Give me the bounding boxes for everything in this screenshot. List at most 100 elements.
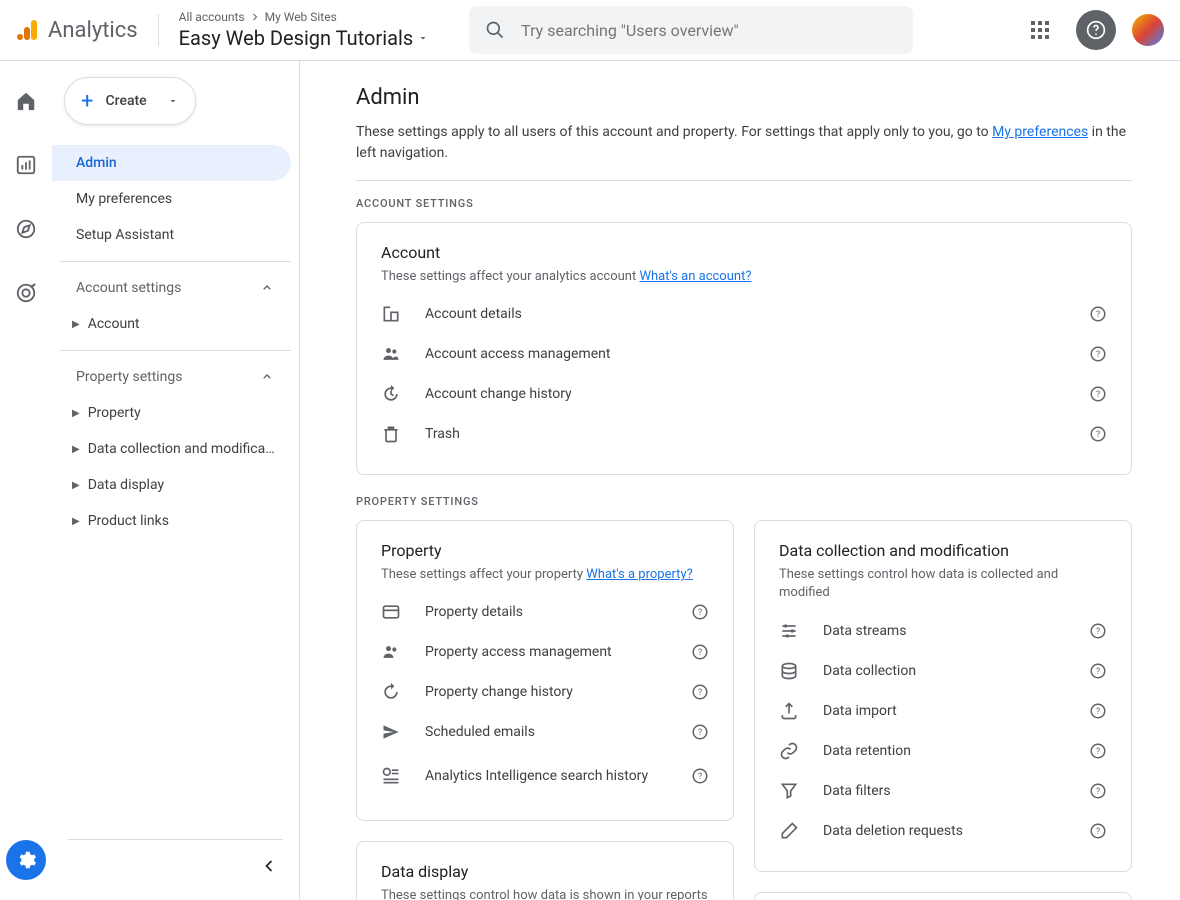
card-title: Data collection and modification [779,541,1107,560]
sidebar-item-admin[interactable]: Admin [52,145,291,181]
row-property-details[interactable]: Property details? [381,592,709,632]
whats-an-account-link[interactable]: What's an account? [639,269,751,284]
svg-text:?: ? [1096,390,1100,400]
card-subtitle: These settings control how data is shown… [381,887,709,900]
help-icon[interactable]: ? [1089,702,1107,720]
row-data-streams[interactable]: Data streams? [779,611,1107,651]
section-label-property: PROPERTY SETTINGS [356,495,1132,508]
search-bar[interactable] [469,6,913,54]
chevron-right-icon [249,11,261,23]
help-icon[interactable]: ? [1089,345,1107,363]
row-search-history[interactable]: Analytics Intelligence search history? [381,752,709,800]
collapse-sidebar-button[interactable] [251,848,287,884]
card-title: Property [381,541,709,560]
sidebar-group-property-settings[interactable]: Property settings [60,359,291,395]
rail-advertising[interactable] [6,273,46,313]
help-icon[interactable]: ? [1089,782,1107,800]
svg-text:?: ? [1096,310,1100,320]
svg-text:?: ? [1096,827,1100,837]
row-account-access[interactable]: Account access management? [381,334,1107,374]
card-subtitle: These settings affect your analytics acc… [381,268,1107,286]
card-subtitle: These settings affect your property What… [381,566,709,584]
sidebar-item-data-display[interactable]: ▶Data display [60,467,291,503]
rail-admin[interactable] [6,840,46,880]
svg-text:?: ? [698,772,702,782]
caret-right-icon: ▶ [72,319,80,330]
send-icon [381,722,401,742]
home-icon [15,90,37,112]
card-title: Data display [381,862,709,881]
help-icon[interactable]: ? [1089,622,1107,640]
sidebar-item-product-links[interactable]: ▶Product links [60,503,291,539]
row-data-collection[interactable]: Data collection? [779,651,1107,691]
property-card: Property These settings affect your prop… [356,520,734,821]
rail-reports[interactable] [6,145,46,185]
breadcrumb-all-accounts[interactable]: All accounts [179,10,245,24]
reports-icon [15,154,37,176]
caret-right-icon: ▶ [72,444,80,455]
sidebar-divider [60,350,291,351]
search-icon [485,20,505,40]
row-data-retention[interactable]: Data retention? [779,731,1107,771]
sidebar-divider [68,839,283,840]
row-property-access[interactable]: Property access management? [381,632,709,672]
help-button[interactable] [1076,10,1116,50]
sidebar-divider [60,261,291,262]
help-icon[interactable]: ? [691,643,709,661]
chevron-up-icon [259,369,275,385]
create-button[interactable]: + Create [64,77,196,125]
apps-button[interactable] [1020,10,1060,50]
row-scheduled-emails[interactable]: Scheduled emails? [381,712,709,752]
help-icon[interactable]: ? [1089,742,1107,760]
account-picker[interactable]: All accounts My Web Sites Easy Web Desig… [179,10,429,50]
sidebar-item-account[interactable]: ▶Account [60,306,291,342]
help-icon[interactable]: ? [691,683,709,701]
domain-icon [381,304,401,324]
product-name: Analytics [48,18,138,43]
rail-explore[interactable] [6,209,46,249]
target-icon [15,282,37,304]
explore-icon [15,218,37,240]
svg-text:?: ? [1096,747,1100,757]
row-account-history[interactable]: Account change history? [381,374,1107,414]
my-preferences-link[interactable]: My preferences [992,124,1088,140]
row-property-history[interactable]: Property change history? [381,672,709,712]
sidebar-item-my-preferences[interactable]: My preferences [52,181,291,217]
help-icon[interactable]: ? [1089,425,1107,443]
app-header: Analytics All accounts My Web Sites Easy… [0,0,1180,61]
next-card-peek [754,892,1132,900]
help-icon[interactable]: ? [1089,662,1107,680]
sidebar-group-account-settings[interactable]: Account settings [60,270,291,306]
help-icon[interactable]: ? [1089,822,1107,840]
row-data-filters[interactable]: Data filters? [779,771,1107,811]
row-account-details[interactable]: Account details? [381,294,1107,334]
breadcrumb-property: Easy Web Design Tutorials [179,26,413,50]
help-icon[interactable]: ? [691,767,709,785]
help-icon[interactable]: ? [1089,305,1107,323]
svg-text:?: ? [1096,627,1100,637]
breadcrumb-account[interactable]: My Web Sites [265,10,337,24]
sidebar-item-data-collection[interactable]: ▶Data collection and modifica... [60,431,291,467]
product-logo[interactable]: Analytics [16,18,138,43]
search-input[interactable] [521,21,897,40]
filter-icon [779,781,799,801]
sidebar-item-setup-assistant[interactable]: Setup Assistant [52,217,291,253]
user-avatar[interactable] [1132,14,1164,46]
main-content: Admin These settings apply to all users … [300,61,1180,900]
svg-text:?: ? [698,728,702,738]
whats-a-property-link[interactable]: What's a property? [586,567,692,582]
gear-icon [15,849,37,871]
row-trash[interactable]: Trash? [381,414,1107,454]
streams-icon [779,621,799,641]
help-icon[interactable]: ? [1089,385,1107,403]
chevron-up-icon [259,280,275,296]
row-data-deletion[interactable]: Data deletion requests? [779,811,1107,851]
database-icon [779,661,799,681]
eraser-icon [779,821,799,841]
row-data-import[interactable]: Data import? [779,691,1107,731]
rail-home[interactable] [6,81,46,121]
sidebar-item-property[interactable]: ▶Property [60,395,291,431]
account-card: Account These settings affect your analy… [356,222,1132,475]
help-icon[interactable]: ? [691,723,709,741]
help-icon[interactable]: ? [691,603,709,621]
